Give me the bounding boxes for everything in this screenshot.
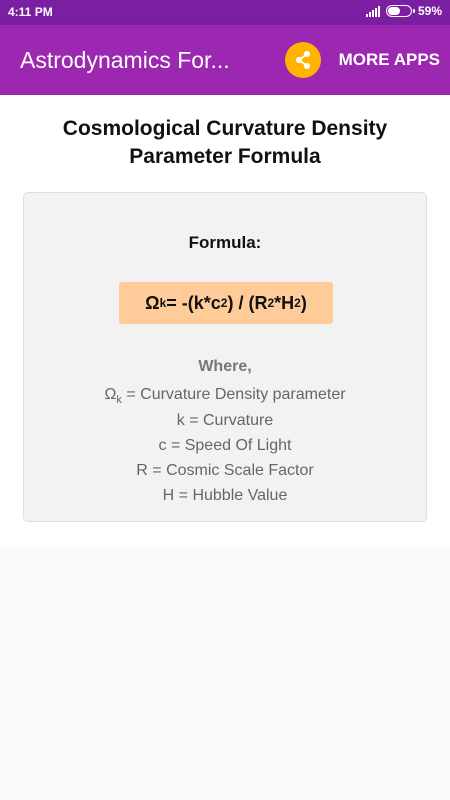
battery-percentage: 59% — [417, 4, 442, 18]
status-bar: 4:11 PM 59% — [0, 0, 450, 25]
status-time: 4:11 PM — [8, 5, 53, 19]
definitions-list: Ωk = Curvature Density parameter k = Cur… — [24, 382, 426, 508]
content-card: Cosmological Curvature Density Parameter… — [0, 95, 450, 548]
formula-part1: = -(k*c — [166, 292, 221, 313]
battery-icon — [385, 5, 415, 17]
formula-exp-c: 2 — [220, 296, 228, 310]
definition-omega: Ωk = Curvature Density parameter — [104, 386, 346, 406]
more-apps-button[interactable]: MORE APPS — [339, 50, 440, 70]
signal-icon — [365, 5, 380, 17]
definition-r: R = Cosmic Scale Factor — [136, 462, 314, 479]
app-title: Astrodynamics For... — [20, 47, 230, 73]
definition-k: k = Curvature — [176, 412, 274, 429]
formula-card: Formula: Ωk = -(k*c 2) / (R 2 *H 2) Where, Ω… — [23, 192, 427, 522]
battery-level — [387, 7, 401, 15]
status-indicators: 59% — [365, 4, 442, 18]
share-icon — [296, 51, 310, 69]
page-title-line2: Parameter Formula — [129, 145, 321, 168]
formula-exp-r: 2 — [267, 296, 275, 310]
definition-h: H = Hubble Value — [162, 487, 288, 504]
formula-heading: Formula: — [188, 233, 262, 252]
formula-part4: ) — [300, 292, 307, 313]
share-button[interactable] — [285, 42, 321, 78]
app-bar: Astrodynamics For... MORE APPS — [0, 25, 450, 95]
page-title-line1: Cosmological Curvature Density — [62, 117, 388, 140]
formula-expression: Ωk = -(k*c 2) / (R 2 *H 2) — [119, 282, 333, 324]
formula-exp-h: 2 — [294, 296, 301, 310]
formula-part3: *H — [274, 292, 295, 313]
formula-omega: Ω — [145, 292, 160, 313]
page-title: Cosmological Curvature Density Parameter… — [25, 115, 425, 171]
formula-omega-sub: k — [159, 296, 167, 310]
definition-c: c = Speed Of Light — [158, 437, 292, 454]
formula-part2: ) / (R — [227, 292, 268, 313]
where-label: Where, — [198, 358, 252, 375]
